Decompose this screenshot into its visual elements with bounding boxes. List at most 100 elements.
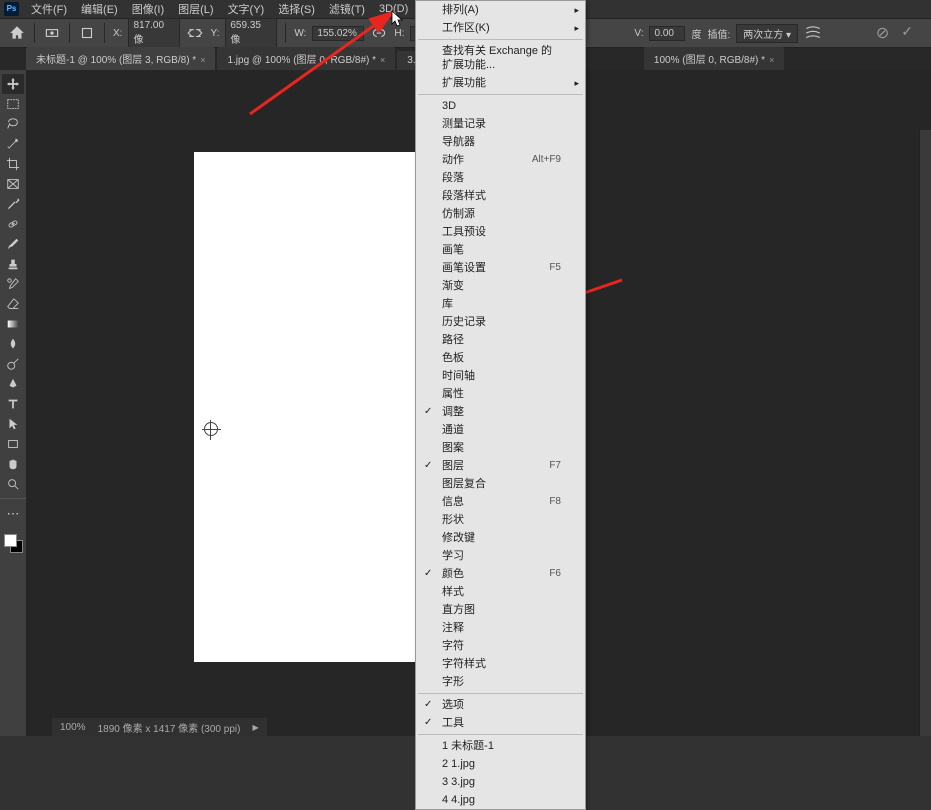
- menu-type[interactable]: 文字(Y): [221, 0, 272, 19]
- menu-arrange[interactable]: 排列(A): [416, 1, 585, 19]
- menu-image[interactable]: 图像(I): [125, 0, 171, 19]
- menu-channels[interactable]: 通道: [416, 421, 585, 439]
- link-xy-icon[interactable]: [186, 24, 204, 42]
- menu-measurement[interactable]: 测量记录: [416, 115, 585, 133]
- close-icon[interactable]: ×: [769, 55, 774, 65]
- menu-exchange[interactable]: 查找有关 Exchange 的扩展功能...: [416, 42, 585, 74]
- zoom-level[interactable]: 100%: [60, 722, 86, 733]
- interp-dropdown[interactable]: 两次立方 ▾: [736, 24, 798, 43]
- lasso-tool[interactable]: [2, 114, 24, 134]
- foreground-swatch[interactable]: [4, 534, 17, 547]
- menu-histogram[interactable]: 直方图: [416, 601, 585, 619]
- history-brush-tool[interactable]: [2, 274, 24, 294]
- menu-3d[interactable]: 3D(D): [372, 1, 415, 17]
- menu-libraries[interactable]: 库: [416, 295, 585, 313]
- heal-tool[interactable]: [2, 214, 24, 234]
- menu-select[interactable]: 选择(S): [271, 0, 322, 19]
- menu-properties[interactable]: 属性: [416, 385, 585, 403]
- move-tool[interactable]: [2, 74, 24, 94]
- link-wh-icon[interactable]: [370, 24, 388, 42]
- tab-doc-1[interactable]: 未标题-1 @ 100% (图层 3, RGB/8) *×: [26, 47, 215, 70]
- menu-brushes[interactable]: 画笔: [416, 241, 585, 259]
- close-icon[interactable]: ×: [200, 55, 205, 65]
- menu-extensions[interactable]: 扩展功能: [416, 74, 585, 92]
- menu-info[interactable]: 信息F8: [416, 493, 585, 511]
- cancel-transform-icon[interactable]: ⊘: [876, 23, 889, 43]
- menu-3d-panel[interactable]: 3D: [416, 97, 585, 115]
- frame-tool[interactable]: [2, 174, 24, 194]
- menu-timeline[interactable]: 时间轴: [416, 367, 585, 385]
- deg-label: 度: [691, 26, 701, 41]
- stamp-tool[interactable]: [2, 254, 24, 274]
- menu-notes[interactable]: 注释: [416, 619, 585, 637]
- home-icon[interactable]: [8, 24, 26, 42]
- w-input[interactable]: 155.02%: [312, 26, 364, 41]
- panel-dock-strip[interactable]: [919, 130, 931, 736]
- menu-shapes[interactable]: 形状: [416, 511, 585, 529]
- menu-window-4[interactable]: 4 4.jpg: [416, 791, 585, 809]
- menu-filter[interactable]: 滤镜(T): [322, 0, 372, 19]
- menu-edit[interactable]: 编辑(E): [74, 0, 125, 19]
- menu-paragraph-styles[interactable]: 段落样式: [416, 187, 585, 205]
- menu-glyphs[interactable]: 字形: [416, 673, 585, 691]
- close-icon[interactable]: ×: [380, 55, 385, 65]
- menu-window-1[interactable]: 1 未标题-1: [416, 737, 585, 755]
- tab-doc-2[interactable]: 1.jpg @ 100% (图层 0, RGB/8#) *×: [217, 47, 395, 70]
- ref-point-icon[interactable]: [78, 24, 96, 42]
- menu-workspace[interactable]: 工作区(K): [416, 19, 585, 37]
- transform-ref-icon[interactable]: [43, 24, 61, 42]
- hand-tool[interactable]: [2, 454, 24, 474]
- menu-history[interactable]: 历史记录: [416, 313, 585, 331]
- menu-adjustments[interactable]: ✓调整: [416, 403, 585, 421]
- eyedropper-tool[interactable]: [2, 194, 24, 214]
- marquee-tool[interactable]: [2, 94, 24, 114]
- menu-paths[interactable]: 路径: [416, 331, 585, 349]
- transform-center-marker[interactable]: [204, 422, 218, 436]
- menu-learn[interactable]: 学习: [416, 547, 585, 565]
- menu-actions[interactable]: 动作Alt+F9: [416, 151, 585, 169]
- dodge-tool[interactable]: [2, 354, 24, 374]
- menu-styles[interactable]: 样式: [416, 583, 585, 601]
- menu-modifier-keys[interactable]: 修改键: [416, 529, 585, 547]
- commit-transform-icon[interactable]: ✓: [901, 23, 913, 43]
- menu-patterns[interactable]: 图案: [416, 439, 585, 457]
- menu-clone-source[interactable]: 仿制源: [416, 205, 585, 223]
- menu-character[interactable]: 字符: [416, 637, 585, 655]
- menu-brush-settings[interactable]: 画笔设置F5: [416, 259, 585, 277]
- pen-tool[interactable]: [2, 374, 24, 394]
- type-tool[interactable]: [2, 394, 24, 414]
- edit-toolbar-icon[interactable]: ⋯: [2, 504, 24, 524]
- menu-tools[interactable]: ✓工具: [416, 714, 585, 732]
- menu-layer-comps[interactable]: 图层复合: [416, 475, 585, 493]
- menu-window-2[interactable]: 2 1.jpg: [416, 755, 585, 773]
- menu-character-styles[interactable]: 字符样式: [416, 655, 585, 673]
- brush-tool[interactable]: [2, 234, 24, 254]
- menu-color[interactable]: ✓颜色F6: [416, 565, 585, 583]
- status-chevron-icon[interactable]: ▶: [252, 723, 258, 732]
- color-swatches[interactable]: [2, 532, 25, 555]
- menu-paragraph[interactable]: 段落: [416, 169, 585, 187]
- zoom-tool[interactable]: [2, 474, 24, 494]
- menu-navigator[interactable]: 导航器: [416, 133, 585, 151]
- menu-tool-presets[interactable]: 工具预设: [416, 223, 585, 241]
- menu-options[interactable]: ✓选项: [416, 696, 585, 714]
- blur-tool[interactable]: [2, 334, 24, 354]
- menu-layer[interactable]: 图层(L): [171, 0, 220, 19]
- wand-tool[interactable]: [2, 134, 24, 154]
- y-input[interactable]: 659.35 像: [225, 18, 277, 48]
- gradient-tool[interactable]: [2, 314, 24, 334]
- v-input[interactable]: 0.00: [649, 26, 685, 41]
- menu-layers[interactable]: ✓图层F7: [416, 457, 585, 475]
- menu-window-3[interactable]: 3 3.jpg: [416, 773, 585, 791]
- warp-icon[interactable]: [804, 24, 822, 42]
- shape-tool[interactable]: [2, 434, 24, 454]
- menu-gradients[interactable]: 渐变: [416, 277, 585, 295]
- tab-doc-4[interactable]: 100% (图层 0, RGB/8#) *×: [644, 47, 784, 70]
- menu-swatches[interactable]: 色板: [416, 349, 585, 367]
- eraser-tool[interactable]: [2, 294, 24, 314]
- path-select-tool[interactable]: [2, 414, 24, 434]
- x-input[interactable]: 817.00 像: [128, 18, 180, 48]
- doc-dimensions[interactable]: 1890 像素 x 1417 像素 (300 ppi): [98, 720, 241, 735]
- menu-file[interactable]: 文件(F): [24, 0, 74, 19]
- crop-tool[interactable]: [2, 154, 24, 174]
